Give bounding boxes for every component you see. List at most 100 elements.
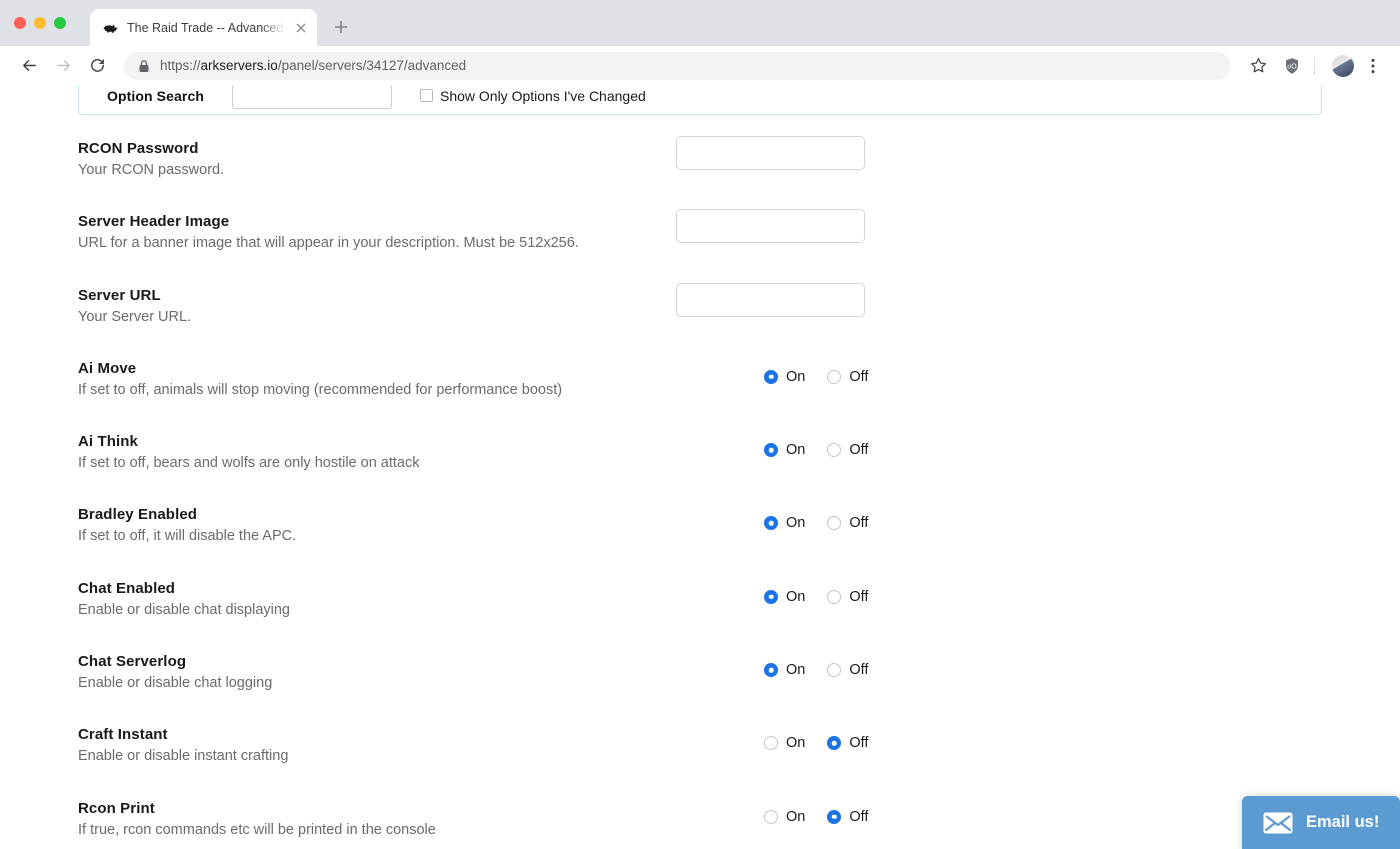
radio-on-icon[interactable] — [764, 663, 778, 678]
email-us-button[interactable]: Email us! — [1242, 796, 1400, 849]
setting-title: Rcon Print — [78, 799, 155, 817]
radio-off-icon[interactable] — [827, 589, 842, 604]
show-changed-label: Show Only Options I've Changed — [439, 87, 646, 104]
three-dot-menu-icon[interactable] — [1358, 51, 1388, 81]
radio-on-icon[interactable] — [764, 809, 778, 824]
setting-description: URL for a banner image that will appear … — [78, 235, 579, 252]
radio-option-on[interactable]: On — [764, 662, 805, 678]
radio-option-off[interactable]: Off — [827, 515, 868, 531]
setting-control — [676, 282, 865, 317]
radio-option-off[interactable]: Off — [827, 809, 868, 825]
radio-on-label: On — [786, 442, 806, 459]
minimize-window-button[interactable] — [34, 17, 46, 29]
radio-off-label: Off — [849, 368, 869, 385]
setting-title: Server URL — [78, 286, 161, 304]
option-search-input[interactable] — [231, 85, 392, 109]
radio-off-icon[interactable] — [827, 809, 842, 824]
setting-text-input[interactable] — [676, 136, 865, 170]
setting-text-input[interactable] — [676, 209, 865, 244]
setting-row: Bradley Enabled If set to off, it will di… — [0, 506, 1400, 579]
radio-off-icon[interactable] — [827, 369, 842, 384]
radio-option-on[interactable]: On — [764, 515, 805, 531]
setting-radio-group: On Off — [764, 809, 868, 825]
radio-on-icon[interactable] — [764, 736, 778, 751]
browser-toolbar: https://arkservers.io/panel/servers/3412… — [0, 46, 1400, 86]
radio-off-label: Off — [849, 515, 869, 532]
close-tab-button[interactable] — [293, 20, 309, 36]
setting-control — [676, 209, 865, 244]
setting-description: If set to off, it will disable the APC. — [78, 528, 297, 545]
radio-on-label: On — [786, 588, 806, 605]
forward-button[interactable] — [46, 49, 80, 83]
radio-off-icon[interactable] — [827, 736, 842, 751]
radio-option-on[interactable]: On — [764, 735, 805, 751]
setting-title: Ai Think — [78, 433, 138, 451]
envelope-icon — [1263, 812, 1293, 834]
setting-description: If set to off, animals will stop moving … — [78, 381, 563, 398]
svg-text:ʊO: ʊO — [1287, 63, 1297, 70]
setting-description: Enable or disable chat logging — [78, 675, 273, 692]
avatar[interactable] — [1332, 54, 1354, 77]
radio-off-label: Off — [849, 442, 869, 459]
ublock-shield-icon[interactable]: ʊO — [1277, 51, 1307, 81]
radio-on-icon[interactable] — [764, 589, 778, 604]
radio-off-label: Off — [849, 662, 869, 679]
setting-row: Rcon Print If true, rcon commands etc wil… — [0, 800, 1400, 849]
radio-off-icon[interactable] — [827, 663, 842, 678]
lock-icon — [138, 59, 150, 73]
setting-description: If set to off, bears and wolfs are only … — [78, 455, 420, 472]
setting-radio-group: On Off — [764, 589, 868, 605]
url-path: /panel/servers/34127/advanced — [277, 58, 467, 73]
radio-off-label: Off — [849, 588, 869, 605]
browser-tab[interactable]: The Raid Trade -- Advanced Se — [90, 9, 317, 46]
show-changed-checkbox-wrapper[interactable]: Show Only Options I've Changed — [419, 87, 646, 104]
setting-row: Ai Move If set to off, animals will stop … — [0, 360, 1400, 433]
reload-button[interactable] — [80, 49, 114, 83]
email-us-label: Email us! — [1306, 813, 1380, 831]
radio-option-off[interactable]: Off — [827, 662, 868, 678]
setting-title: Server Header Image — [78, 213, 230, 231]
setting-description: Your Server URL. — [78, 308, 192, 325]
radio-option-on[interactable]: On — [764, 589, 805, 605]
setting-row: Server Header Image URL for a banner imag… — [0, 209, 1400, 286]
page-viewport: Option Search Show Only Options I've Cha… — [0, 85, 1400, 849]
setting-title: Ai Move — [78, 359, 137, 377]
star-icon[interactable] — [1243, 51, 1273, 81]
back-button[interactable] — [12, 49, 46, 83]
radio-on-icon[interactable] — [764, 516, 778, 531]
setting-title: Craft Instant — [78, 726, 168, 744]
radio-on-icon[interactable] — [764, 443, 778, 458]
setting-row: Chat Serverlog Enable or disable chat log… — [0, 653, 1400, 726]
tab-strip: The Raid Trade -- Advanced Se — [0, 0, 1400, 46]
address-bar[interactable]: https://arkservers.io/panel/servers/3412… — [124, 51, 1231, 80]
setting-description: Enable or disable instant crafting — [78, 748, 289, 765]
radio-option-off[interactable]: Off — [827, 442, 868, 458]
setting-description: Enable or disable chat displaying — [78, 601, 290, 618]
radio-option-on[interactable]: On — [764, 369, 805, 385]
setting-row: Server URL Your Server URL. — [0, 282, 1400, 360]
new-tab-button[interactable] — [331, 17, 351, 37]
setting-title: Chat Serverlog — [78, 653, 187, 671]
radio-option-off[interactable]: Off — [827, 589, 868, 605]
show-changed-checkbox[interactable] — [419, 89, 433, 102]
radio-option-off[interactable]: Off — [827, 369, 868, 385]
radio-on-label: On — [786, 368, 806, 385]
radio-option-off[interactable]: Off — [827, 735, 868, 751]
radio-off-icon[interactable] — [827, 443, 842, 458]
setting-radio-group: On Off — [764, 369, 868, 385]
setting-title: RCON Password — [78, 140, 199, 157]
maximize-window-button[interactable] — [54, 17, 66, 29]
url-text: https://arkservers.io/panel/servers/3412… — [160, 58, 467, 73]
radio-on-icon[interactable] — [764, 369, 778, 384]
setting-row: Ai Think If set to off, bears and wolfs a… — [0, 433, 1400, 506]
radio-off-icon[interactable] — [827, 516, 842, 531]
option-search-panel: Option Search Show Only Options I've Cha… — [78, 85, 1322, 115]
radio-option-on[interactable]: On — [764, 442, 805, 458]
radio-option-on[interactable]: On — [764, 809, 805, 825]
radio-off-label: Off — [849, 735, 869, 752]
url-host: arkservers.io — [200, 58, 278, 73]
close-window-button[interactable] — [14, 17, 26, 29]
setting-text-input[interactable] — [676, 282, 865, 317]
setting-title: Bradley Enabled — [78, 506, 198, 524]
setting-row: RCON Password Your RCON password. — [0, 136, 1400, 213]
